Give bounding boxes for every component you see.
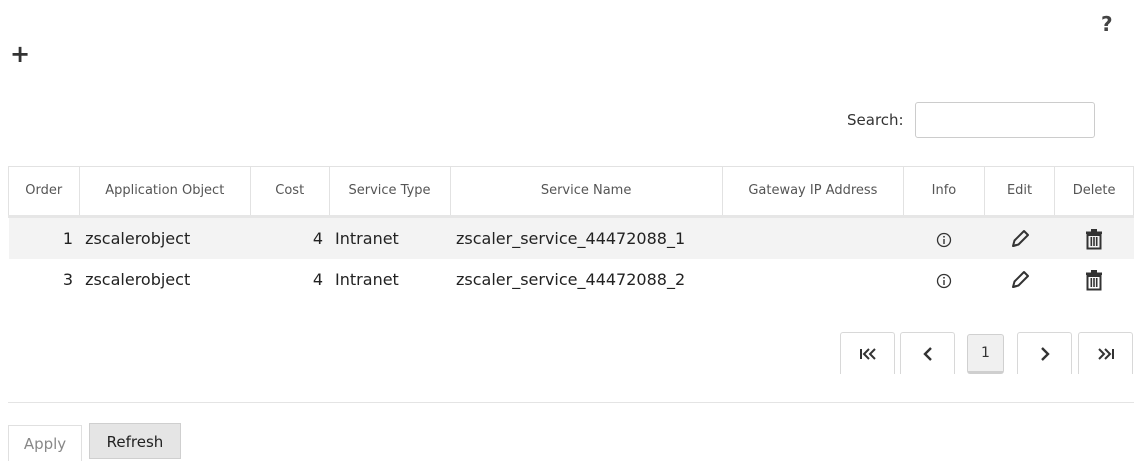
chevron-right-icon [1040,346,1050,361]
refresh-button[interactable]: Refresh [89,423,181,459]
column-header-cost[interactable]: Cost [249,166,330,218]
trash-icon[interactable] [1084,228,1104,250]
cell-gateway-ip [722,259,903,300]
table-header-row: Order Application Object Cost Service Ty… [8,166,1134,218]
previous-page-button[interactable] [900,332,955,374]
last-page-button[interactable] [1078,332,1133,374]
table-row: 1 zscalerobject 4 Intranet zscaler_servi… [8,216,1134,259]
cell-application-object: zscalerobject [85,270,191,289]
cell-order: 1 [8,216,80,259]
apply-button[interactable]: Apply [8,425,82,461]
column-header-gateway-ip[interactable]: Gateway IP Address [721,166,905,218]
help-icon[interactable]: ? [1101,12,1113,36]
first-page-button[interactable] [840,332,895,374]
service-table: Order Application Object Cost Service Ty… [8,166,1134,300]
last-page-icon [1097,347,1114,360]
cell-gateway-ip [722,216,904,259]
cell-order: 3 [62,270,74,289]
cell-service-type: Intranet [335,270,399,289]
column-header-application-object[interactable]: Application Object [78,166,251,218]
search-label: Search: [847,111,904,129]
cell-cost: 4 [250,216,330,259]
cell-service-name: zscaler_service_44472088_2 [456,270,686,289]
cell-service-type: Intranet [329,216,450,259]
info-icon[interactable] [936,273,952,289]
column-header-service-name[interactable]: Service Name [449,166,723,218]
column-header-order[interactable]: Order [8,166,80,218]
chevron-left-icon [922,346,932,361]
add-button[interactable]: + [10,42,30,66]
cell-cost: 4 [312,270,324,289]
section-divider [8,402,1134,403]
trash-icon[interactable] [1084,269,1104,291]
next-page-button[interactable] [1017,332,1072,374]
column-header-delete: Delete [1054,166,1134,218]
cell-service-name: zscaler_service_44472088_1 [450,216,723,259]
column-header-edit: Edit [983,166,1056,218]
info-icon[interactable] [936,232,952,248]
cell-application-object: zscalerobject [79,216,251,259]
pencil-icon[interactable] [1008,227,1032,251]
column-header-service-type[interactable]: Service Type [328,166,451,218]
pencil-icon[interactable] [1008,268,1032,292]
table-row: 3 zscalerobject 4 Intranet zscaler_servi… [9,259,1134,300]
search-input[interactable] [915,102,1095,138]
first-page-icon [859,347,876,360]
page-number-button[interactable]: 1 [967,334,1004,374]
column-header-info: Info [903,166,985,218]
